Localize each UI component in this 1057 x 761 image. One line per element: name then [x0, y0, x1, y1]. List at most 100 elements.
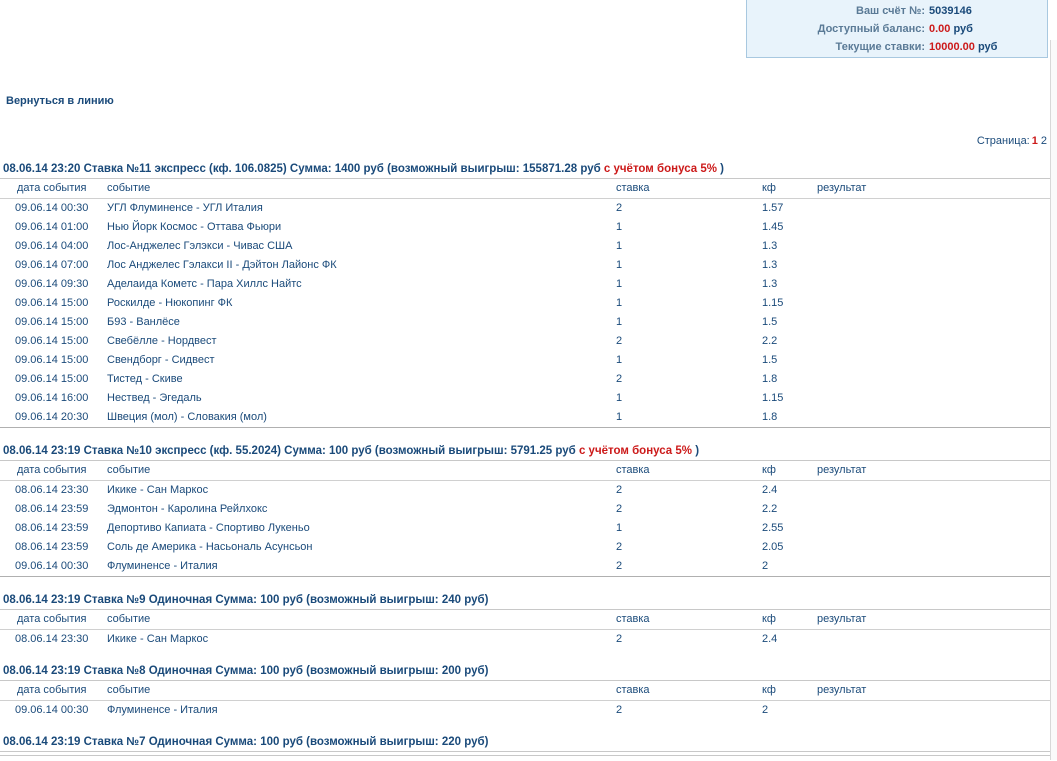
event-name: Икике - Сан Маркос [107, 633, 209, 645]
odds-value: 1.5 [762, 354, 778, 366]
event-name: Свебёлле - Нордвест [107, 335, 217, 347]
table-row: 08.06.14 23:59 Эдмонтон - Каролина Рейлхо… [0, 500, 1050, 519]
table-row: 09.06.14 09:30 Аделаида Кометс - Пара Хил… [0, 275, 1050, 294]
col-date-header: дата события [17, 182, 87, 194]
event-name: Нествед - Эгедаль [107, 392, 202, 404]
table-row: 09.06.14 04:00 Лос-Анджелес Гэлэкси - Чив… [0, 237, 1050, 256]
col-result-header: результат [817, 613, 867, 625]
odds-value: 2.2 [762, 503, 778, 515]
bet-outcome: 1 [616, 297, 623, 309]
event-date: 09.06.14 00:30 [15, 704, 89, 716]
bet-summary-close: ) [692, 445, 700, 457]
col-kf-header: кф [762, 464, 776, 476]
column-headers: дата события событие ставка кф результат [0, 461, 1050, 481]
col-result-header: результат [817, 464, 867, 476]
bet-outcome: 2 [616, 484, 623, 496]
event-name: Флуминенсе - Италия [107, 560, 218, 572]
table-row: 09.06.14 15:00 Тистед - Скиве 2 1.8 [0, 370, 1050, 389]
event-date: 09.06.14 20:30 [15, 411, 89, 423]
event-date: 08.06.14 23:59 [15, 522, 89, 534]
event-date: 08.06.14 23:59 [15, 541, 89, 553]
bet-block: 08.06.14 23:19 Ставка №9 Одиночная Сумма… [0, 591, 1050, 649]
event-name: Нью Йорк Космос - Оттава Фьюри [107, 221, 282, 233]
bet-summary-close: ) [716, 163, 724, 175]
col-bet-header: ставка [616, 464, 650, 476]
bet-summary: 08.06.14 23:19 Ставка №7 Одиночная Сумма… [3, 736, 489, 748]
odds-value: 2.4 [762, 633, 778, 645]
event-date: 09.06.14 04:00 [15, 240, 89, 252]
bet-outcome: 2 [616, 373, 623, 385]
col-kf-header: кф [762, 613, 776, 625]
odds-value: 1.5 [762, 316, 778, 328]
bet-outcome: 1 [616, 221, 623, 233]
bottom-divider [0, 755, 1050, 761]
bet-header: 08.06.14 23:20 Ставка №11 экспресс (кф. … [0, 160, 1050, 179]
odds-value: 1.45 [762, 221, 784, 233]
event-name: Депортиво Капиата - Спортиво Лукеньо [107, 522, 310, 534]
bonus-note: с учётом бонуса 5% [578, 445, 692, 457]
account-number-row: Ваш счёт №: 5039146 [747, 2, 1047, 20]
odds-value: 1.3 [762, 259, 778, 271]
table-row: 09.06.14 01:00 Нью Йорк Космос - Оттава Ф… [0, 218, 1050, 237]
event-name: Лос-Анджелес Гэлэкси - Чивас США [107, 240, 293, 252]
event-name: Эдмонтон - Каролина Рейлхокс [107, 503, 268, 515]
column-headers: дата события событие ставка кф результат [0, 610, 1050, 630]
event-name: Свендборг - Сидвест [107, 354, 215, 366]
col-event-header: событие [107, 613, 151, 625]
bet-outcome: 2 [616, 541, 623, 553]
bet-outcome: 1 [616, 278, 623, 290]
current-bets-value-wrap: 10000.00 руб [929, 38, 997, 56]
bet-header: 08.06.14 23:19 Ставка №9 Одиночная Сумма… [0, 591, 1050, 610]
col-result-header: результат [817, 684, 867, 696]
pagination-label: Страница: [976, 135, 1030, 147]
odds-value: 2 [762, 560, 769, 572]
bet-block: 08.06.14 23:20 Ставка №11 экспресс (кф. … [0, 160, 1050, 428]
bet-summary: 08.06.14 23:19 Ставка №10 экспресс (кф. … [3, 445, 579, 457]
event-name: Соль де Америка - Насьональ Асунсьон [107, 541, 313, 553]
bet-block: 08.06.14 23:19 Ставка №10 экспресс (кф. … [0, 442, 1050, 577]
event-date: 08.06.14 23:59 [15, 503, 89, 515]
event-date: 09.06.14 15:00 [15, 335, 89, 347]
table-row: 09.06.14 15:00 Б93 - Ванлёсе 1 1.5 [0, 313, 1050, 332]
account-number-label: Ваш счёт №: [856, 5, 925, 17]
bet-summary: 08.06.14 23:19 Ставка №9 Одиночная Сумма… [3, 594, 489, 606]
bet-outcome: 2 [616, 560, 623, 572]
event-date: 08.06.14 23:30 [15, 633, 89, 645]
odds-value: 1.15 [762, 392, 784, 404]
odds-value: 1.8 [762, 373, 778, 385]
odds-value: 1.57 [762, 202, 784, 214]
table-row: 08.06.14 23:30 Икике - Сан Маркос 2 2.4 [0, 630, 1050, 649]
event-date: 09.06.14 01:00 [15, 221, 89, 233]
table-row: 09.06.14 00:30 Флуминенсе - Италия 2 2 [0, 701, 1050, 720]
scrollbar[interactable] [1050, 40, 1057, 760]
page-link-2[interactable]: 2 [1041, 135, 1047, 147]
col-date-header: дата события [17, 613, 87, 625]
balance-unit: руб [953, 23, 973, 35]
bet-outcome: 2 [616, 202, 623, 214]
bet-divider [0, 427, 1050, 428]
event-date: 09.06.14 16:00 [15, 392, 89, 404]
event-date: 09.06.14 09:30 [15, 278, 89, 290]
bet-header: 08.06.14 23:19 Ставка №10 экспресс (кф. … [0, 442, 1050, 461]
event-name: Б93 - Ванлёсе [107, 316, 180, 328]
event-name: Икике - Сан Маркос [107, 484, 209, 496]
bonus-note: с учётом бонуса 5% [603, 163, 717, 175]
back-to-line-link[interactable]: Вернуться в линию [6, 95, 114, 107]
table-row: 09.06.14 16:00 Нествед - Эгедаль 1 1.15 [0, 389, 1050, 408]
event-date: 09.06.14 00:30 [15, 202, 89, 214]
odds-value: 2.4 [762, 484, 778, 496]
event-date: 09.06.14 00:30 [15, 560, 89, 572]
bet-summary: 08.06.14 23:20 Ставка №11 экспресс (кф. … [3, 163, 604, 175]
bet-outcome: 2 [616, 335, 623, 347]
event-date: 09.06.14 15:00 [15, 297, 89, 309]
table-row: 09.06.14 15:00 Роскилде - Нюкопинг ФК 1 1.1… [0, 294, 1050, 313]
odds-value: 2.05 [762, 541, 784, 553]
col-event-header: событие [107, 684, 151, 696]
odds-value: 2.55 [762, 522, 784, 534]
event-date: 09.06.14 15:00 [15, 373, 89, 385]
bet-divider [0, 576, 1050, 577]
column-headers: дата события событие ставка кф результат [0, 179, 1050, 199]
bet-outcome: 1 [616, 522, 623, 534]
table-row: 09.06.14 00:30 УГЛ Флуминенсе - УГЛ Итали… [0, 199, 1050, 218]
event-name: Роскилде - Нюкопинг ФК [107, 297, 233, 309]
